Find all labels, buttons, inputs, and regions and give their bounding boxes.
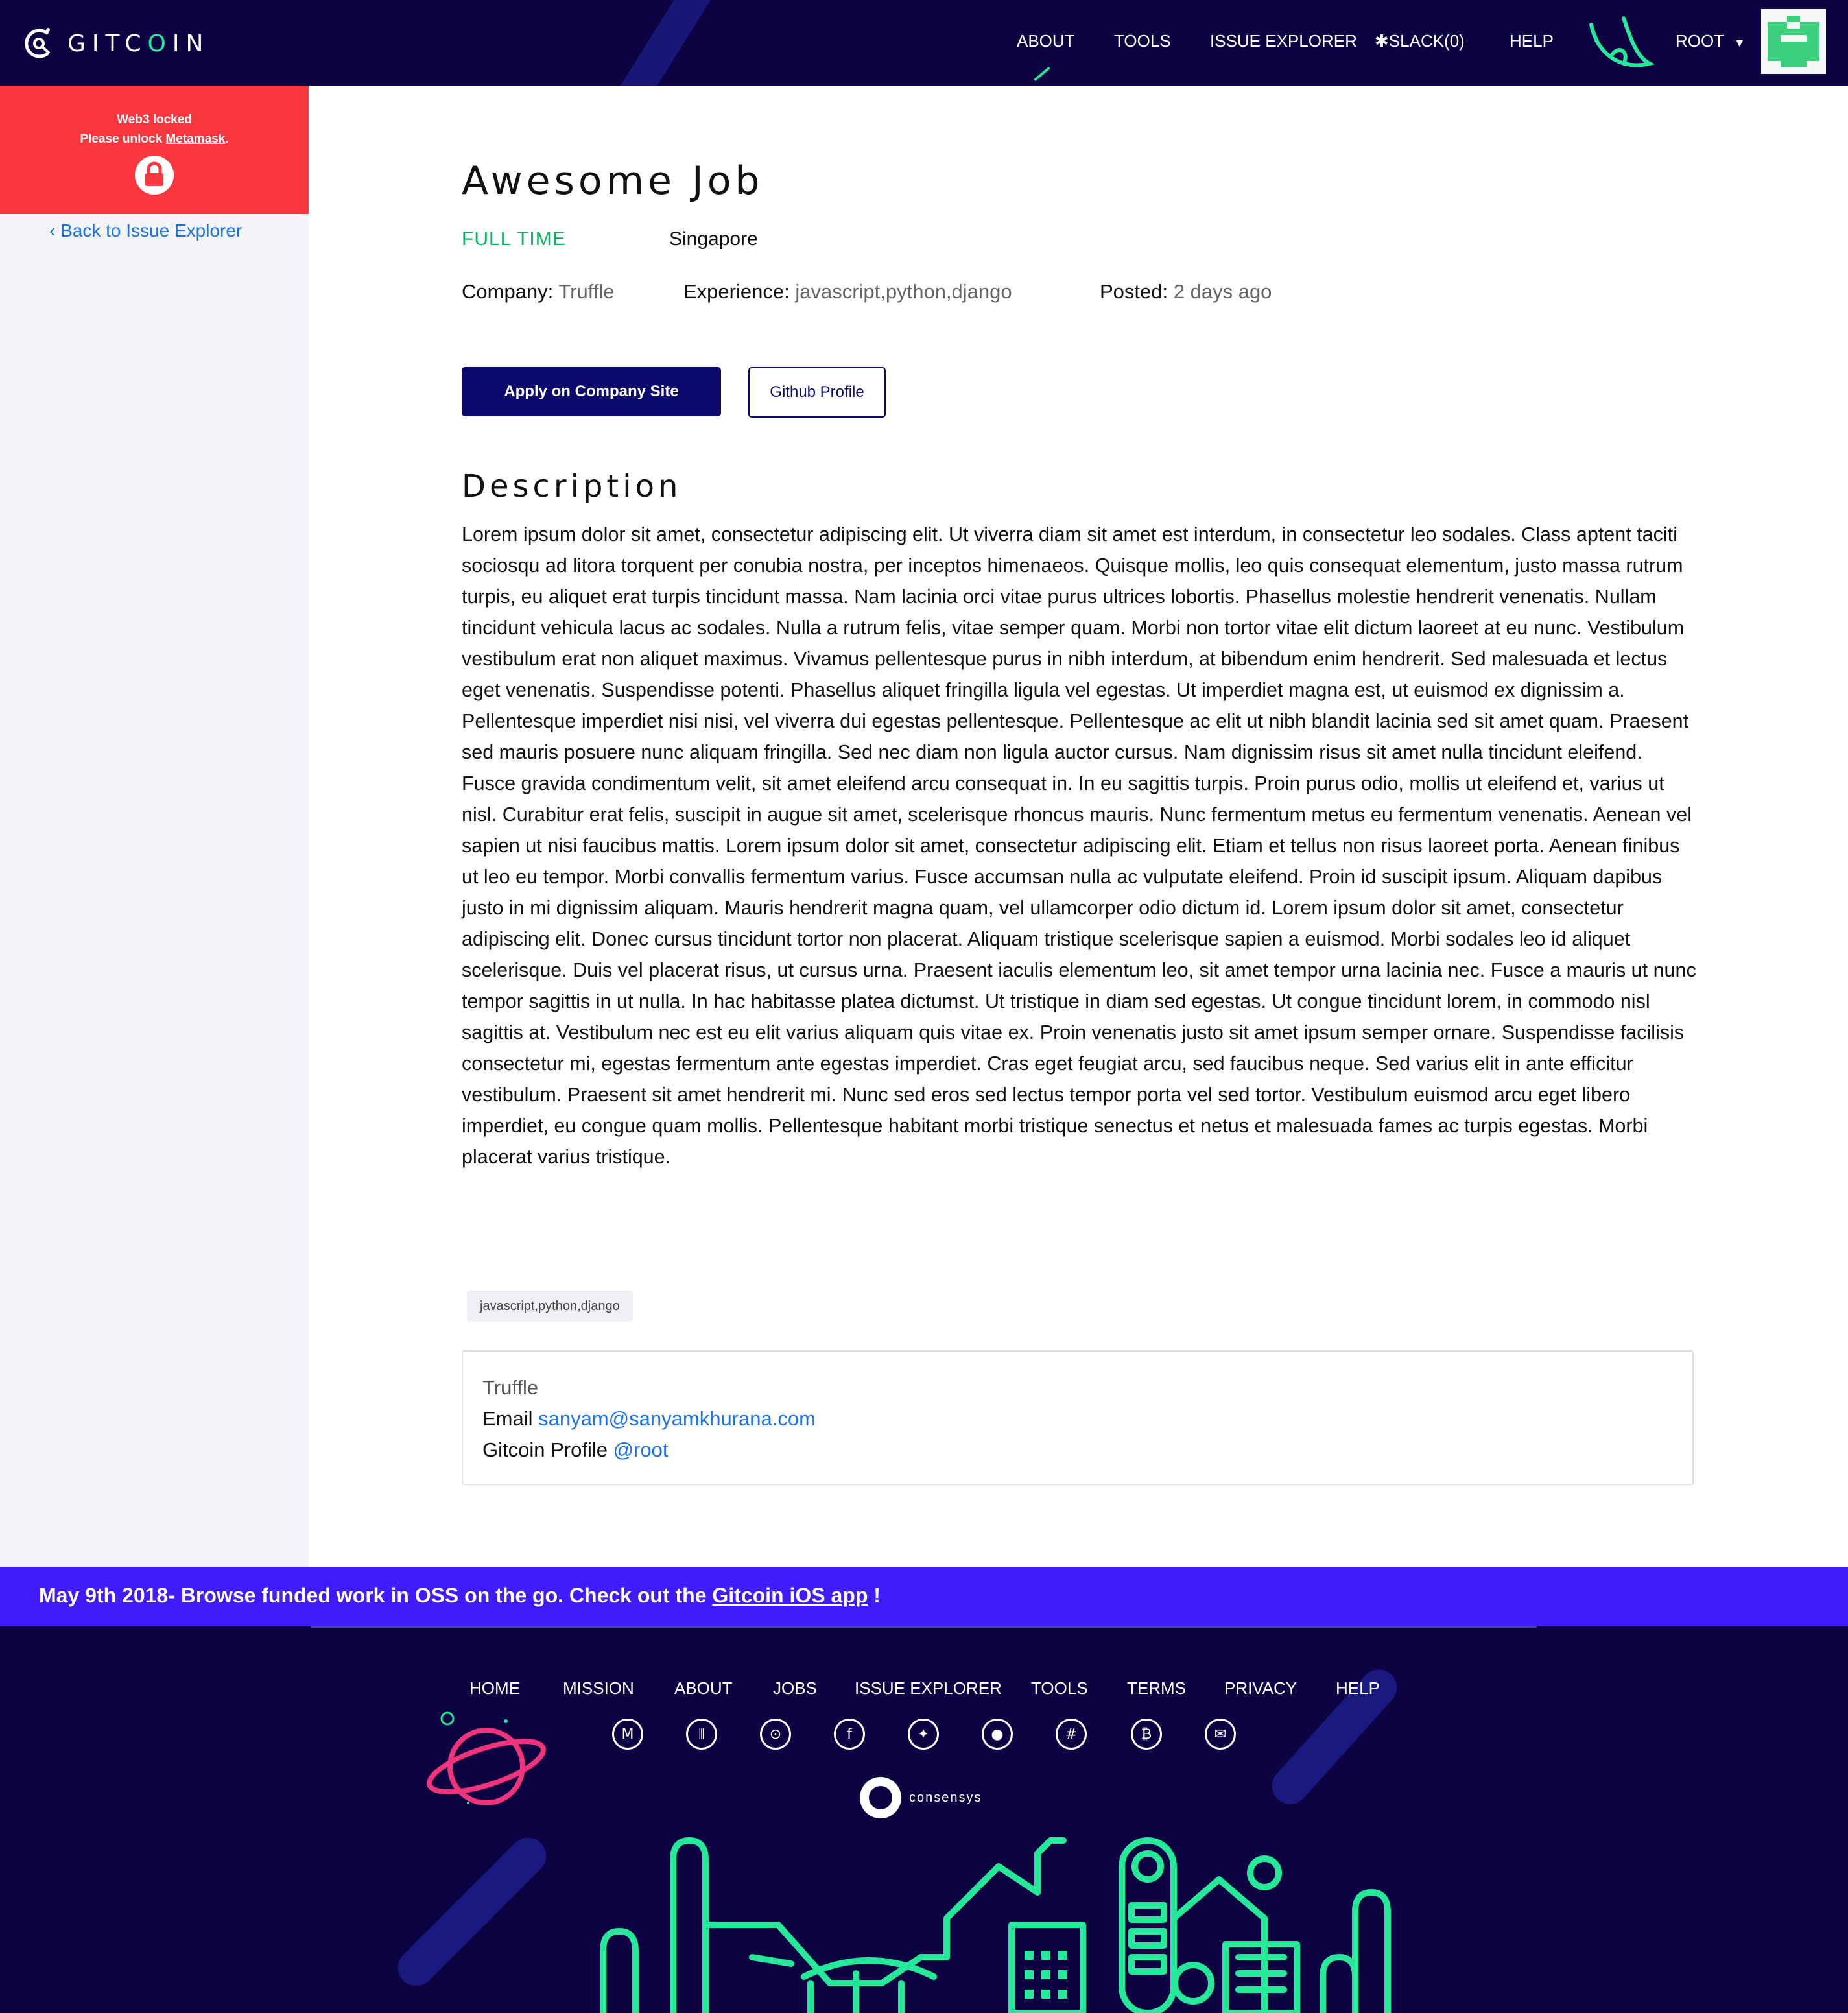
footer-privacy[interactable]: PRIVACY	[1224, 1678, 1297, 1698]
slack-icon[interactable]: #	[1056, 1719, 1087, 1750]
back-to-issue-explorer-link[interactable]: ‹ Back to Issue Explorer	[49, 220, 242, 241]
medium-icon[interactable]: M	[612, 1719, 643, 1750]
nav-about[interactable]: ABOUT	[1017, 31, 1075, 51]
sidebar: Web3 locked Please unlock Metamask. ‹ Ba…	[0, 86, 309, 1567]
reddit-icon[interactable]: ●	[982, 1719, 1013, 1750]
contact-email: Email sanyam@sanyamkhurana.com	[482, 1407, 816, 1430]
gitcoin-logo[interactable]: GITCOIN	[23, 25, 209, 62]
nav-slack[interactable]: ✱SLACK(0)	[1375, 31, 1465, 51]
job-location: Singapore	[669, 228, 758, 250]
twitter-icon[interactable]: ✦	[908, 1719, 939, 1750]
gitcoin-wordmark: GITCOIN	[67, 30, 210, 57]
web3-locked-message: Please unlock Metamask.	[80, 132, 229, 146]
nav-slack-label: SLACK(0)	[1388, 31, 1465, 51]
gitcoin-mascot-icon	[1589, 16, 1655, 67]
avatar[interactable]	[1761, 9, 1826, 74]
description-text: Lorem ipsum dolor sit amet, consectetur …	[462, 523, 1696, 1168]
footer-help[interactable]: HELP	[1336, 1678, 1380, 1698]
gitter-icon[interactable]: ⦀	[686, 1719, 717, 1750]
footer-tools[interactable]: TOOLS	[1031, 1678, 1088, 1698]
github-profile-button[interactable]: Github Profile	[748, 367, 886, 418]
description-heading: Description	[462, 468, 682, 505]
identicon-icon	[1761, 9, 1826, 74]
user-menu-label: ROOT	[1676, 31, 1724, 51]
web3-locked-title: Web3 locked	[117, 113, 192, 126]
github-icon[interactable]: ⊙	[760, 1719, 791, 1750]
footer-decoration	[390, 1830, 554, 1994]
back-link-label: Back to Issue Explorer	[60, 220, 243, 241]
gitcoin-profile-link[interactable]: @root	[613, 1438, 669, 1461]
job-posted: Posted: 2 days ago	[1100, 280, 1272, 303]
ios-app-link[interactable]: Gitcoin iOS app	[712, 1584, 868, 1607]
city-skyline-illustration	[600, 1837, 1391, 2013]
footer-issue-explorer[interactable]: ISSUE EXPLORER	[855, 1678, 1002, 1698]
chevron-left-icon: ‹	[49, 220, 56, 241]
contact-profile: Gitcoin Profile @root	[482, 1438, 669, 1461]
apply-on-company-site-button[interactable]: Apply on Company Site	[462, 367, 721, 416]
email-icon[interactable]: ✉	[1205, 1719, 1236, 1750]
footer: HOME MISSION ABOUT JOBS ISSUE EXPLORER T…	[0, 1626, 1848, 2013]
job-experience: Experience: javascript,python,django	[683, 280, 1012, 303]
footer-terms[interactable]: TERMS	[1127, 1678, 1186, 1698]
facebook-icon[interactable]: f	[834, 1719, 865, 1750]
nav-issue-explorer[interactable]: ISSUE EXPLORER	[1210, 31, 1357, 51]
contact-card: Truffle Email sanyam@sanyamkhurana.com G…	[462, 1350, 1694, 1485]
job-company: Company: Truffle	[462, 280, 615, 303]
caret-down-icon: ▼	[1733, 36, 1746, 49]
footer-mission[interactable]: MISSION	[563, 1678, 634, 1698]
footer-jobs[interactable]: JOBS	[773, 1678, 817, 1698]
lock-icon	[135, 156, 174, 195]
contact-company: Truffle	[482, 1376, 539, 1399]
announcement-text: May 9th 2018- Browse funded work in OSS …	[39, 1584, 881, 1607]
web3-locked-alert: Web3 locked Please unlock Metamask.	[0, 86, 309, 214]
planet-icon	[427, 1711, 546, 1805]
announcement-banner: May 9th 2018- Browse funded work in OSS …	[0, 1567, 1848, 1626]
top-navbar: GITCOIN ABOUT TOOLS ISSUE EXPLORER ✱SLAC…	[0, 0, 1848, 86]
user-menu[interactable]: ROOT ▼	[1676, 31, 1746, 51]
job-type: FULL TIME	[462, 228, 566, 250]
footer-divider	[311, 1626, 1537, 1628]
nav-tools[interactable]: TOOLS	[1114, 31, 1171, 51]
email-link[interactable]: sanyam@sanyamkhurana.com	[538, 1407, 816, 1430]
job-title: Awesome Job	[462, 158, 764, 204]
nav-active-indicator	[1034, 66, 1050, 82]
skill-tag: javascript,python,django	[467, 1291, 633, 1322]
footer-about[interactable]: ABOUT	[674, 1678, 733, 1698]
metamask-link[interactable]: Metamask	[165, 132, 225, 146]
nav-decoration	[606, 0, 722, 86]
footer-home[interactable]: HOME	[469, 1678, 520, 1698]
bitcoin-icon[interactable]: ₿	[1131, 1719, 1162, 1750]
slack-icon: ✱	[1375, 31, 1389, 51]
gitcoin-logo-icon	[25, 28, 51, 58]
nav-help[interactable]: HELP	[1510, 31, 1554, 51]
